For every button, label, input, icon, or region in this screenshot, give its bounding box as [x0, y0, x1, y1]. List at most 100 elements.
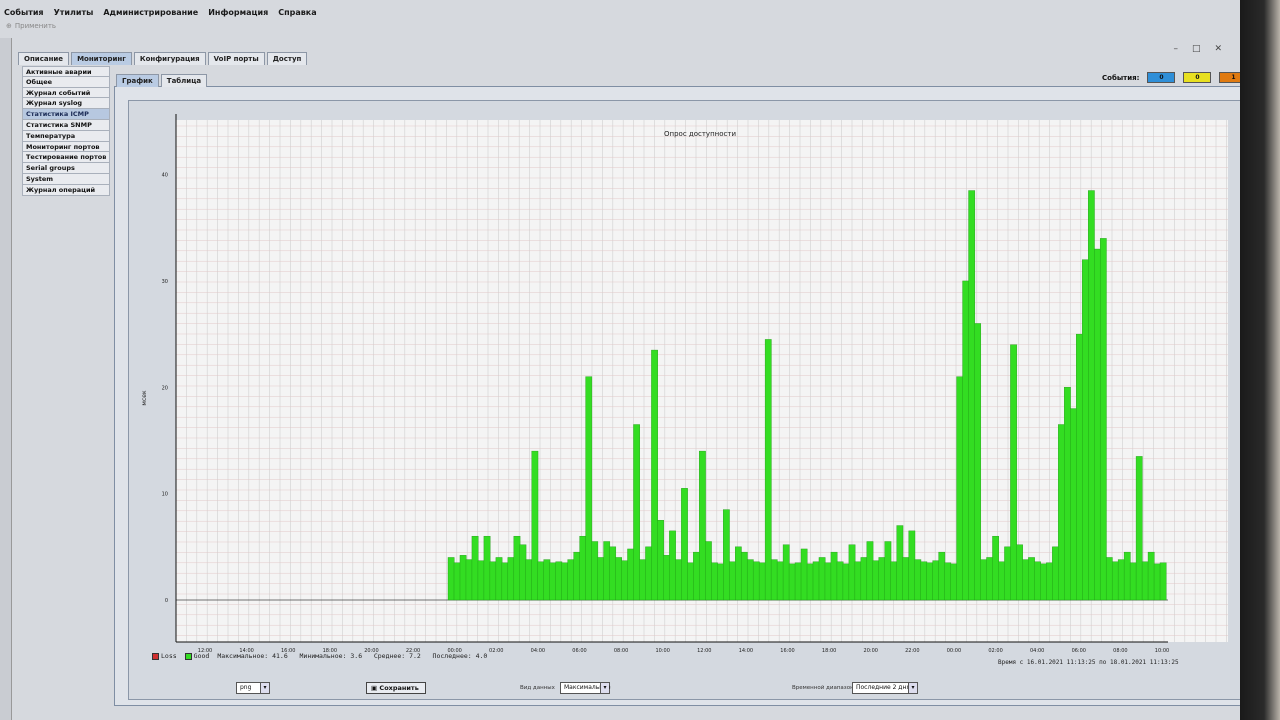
good-bar — [477, 560, 485, 601]
good-bar — [1123, 551, 1131, 601]
good-bar — [908, 530, 916, 601]
good-bar — [866, 541, 874, 601]
good-bar — [1052, 546, 1059, 601]
menu-events[interactable]: События — [4, 8, 44, 22]
good-bar — [681, 488, 688, 601]
tab-voip-ports[interactable]: VoIP порты — [207, 52, 265, 65]
menu-help[interactable]: Справка — [278, 8, 316, 22]
good-bar — [1094, 248, 1101, 601]
good-bar — [818, 557, 826, 601]
x-tick-label: 22:00 — [905, 648, 919, 654]
good-bar — [776, 561, 784, 601]
good-bar — [693, 551, 700, 601]
sidebar-item-system[interactable]: System — [22, 173, 110, 185]
left-edge-panel — [0, 38, 12, 720]
events-label: События: — [1102, 73, 1140, 82]
y-tick-label: 20 — [162, 385, 168, 391]
good-bar — [890, 561, 898, 601]
good-bar — [1082, 259, 1089, 601]
legend-good-swatch — [184, 652, 192, 660]
chevron-down-icon[interactable]: ▾ — [600, 683, 609, 693]
good-bar — [525, 559, 533, 601]
good-bar — [968, 190, 976, 601]
sidebar-item-operations-log[interactable]: Журнал операций — [22, 184, 110, 196]
good-bar — [998, 561, 1005, 601]
good-bar — [549, 562, 557, 601]
x-tick-label: 10:00 — [1155, 648, 1169, 654]
monitor-bezel — [1240, 0, 1280, 720]
sidebar-item-general[interactable]: Общее — [22, 76, 110, 88]
good-bar — [764, 339, 772, 601]
y-tick-label: 0 — [165, 598, 168, 604]
good-bar — [788, 563, 796, 601]
good-bar — [830, 551, 838, 601]
data-type-select[interactable]: Максимальное ▾ — [560, 682, 611, 694]
good-bar — [621, 560, 628, 601]
sidebar-item-snmp-stats[interactable]: Статистика SNMP — [22, 119, 110, 131]
chevron-down-icon[interactable]: ▾ — [908, 683, 917, 693]
save-button[interactable]: ▣ Сохранить — [366, 682, 426, 694]
good-bar — [645, 546, 652, 601]
good-bar — [615, 557, 623, 601]
events-warning-count[interactable]: 0 — [1183, 72, 1212, 83]
minimize-icon[interactable]: – — [1173, 44, 1178, 54]
events-indicator: События: 0 0 1 0 — [1102, 72, 1262, 83]
good-bar — [1117, 559, 1125, 601]
good-bar — [962, 280, 970, 601]
good-bar — [639, 559, 646, 601]
menu-information[interactable]: Информация — [208, 8, 268, 22]
x-tick-label: 14:00 — [739, 648, 753, 654]
good-bar — [561, 562, 569, 601]
good-bar — [609, 546, 617, 601]
close-icon[interactable]: ✕ — [1214, 44, 1222, 54]
good-bar — [1028, 557, 1035, 601]
tab-configuration[interactable]: Конфигурация — [133, 52, 206, 65]
apply-button[interactable]: ⊕ Применить — [6, 22, 56, 30]
sidebar-item-port-testing[interactable]: Тестирование портов — [22, 152, 110, 164]
sidebar-item-icmp-stats[interactable]: Статистика ICMP — [22, 109, 110, 120]
good-bar — [579, 535, 587, 601]
menu-utilities[interactable]: Утилиты — [54, 8, 94, 22]
events-info-count[interactable]: 0 — [1147, 72, 1176, 83]
good-bar — [1135, 456, 1143, 601]
good-bar — [1040, 563, 1047, 601]
sidebar-item-event-log[interactable]: Журнал событий — [22, 87, 110, 99]
sidebar-item-syslog[interactable]: Журнал syslog — [22, 98, 110, 110]
chart-title: Опрос доступности — [664, 130, 736, 138]
good-bar — [740, 551, 748, 601]
sidebar-item-serial-groups[interactable]: Serial groups — [22, 163, 110, 174]
good-bar — [956, 376, 964, 601]
x-tick-label: 08:00 — [1113, 648, 1127, 654]
sidebar-item-active-alarms[interactable]: Активные аварии — [22, 66, 110, 77]
good-bar — [495, 557, 503, 601]
tab-graph[interactable]: График — [116, 74, 159, 87]
good-bar — [914, 559, 922, 601]
tab-access[interactable]: Доступ — [266, 52, 308, 65]
x-tick-label: 02:00 — [489, 648, 503, 654]
good-bar — [1010, 344, 1017, 601]
good-bar — [1111, 561, 1119, 601]
sidebar-item-port-monitoring[interactable]: Мониторинг портов — [22, 141, 110, 153]
good-bar — [920, 561, 928, 601]
good-bar — [944, 562, 952, 601]
good-bar — [782, 544, 790, 601]
good-bar — [657, 520, 664, 601]
good-bar — [1022, 559, 1029, 601]
good-bar — [585, 376, 593, 601]
good-bar — [872, 560, 880, 601]
apply-icon: ⊕ — [6, 22, 12, 30]
tab-description[interactable]: Описание — [18, 52, 70, 65]
tab-table[interactable]: Таблица — [160, 74, 208, 87]
menu-administration[interactable]: Администрирование — [103, 8, 198, 22]
good-bar — [1105, 557, 1113, 601]
maximize-icon[interactable]: □ — [1192, 44, 1201, 54]
good-bar — [597, 557, 605, 601]
good-bar — [812, 561, 820, 601]
time-range-select[interactable]: Последние 2 дня ▾ — [852, 682, 918, 694]
chevron-down-icon[interactable]: ▾ — [260, 683, 269, 693]
tab-monitoring[interactable]: Мониторинг — [71, 52, 132, 65]
x-tick-label: 18:00 — [822, 648, 836, 654]
time-range-select-value: Последние 2 дня — [856, 684, 910, 691]
format-select[interactable]: png ▾ — [236, 682, 270, 694]
sidebar-item-temperature[interactable]: Температура — [22, 130, 110, 142]
